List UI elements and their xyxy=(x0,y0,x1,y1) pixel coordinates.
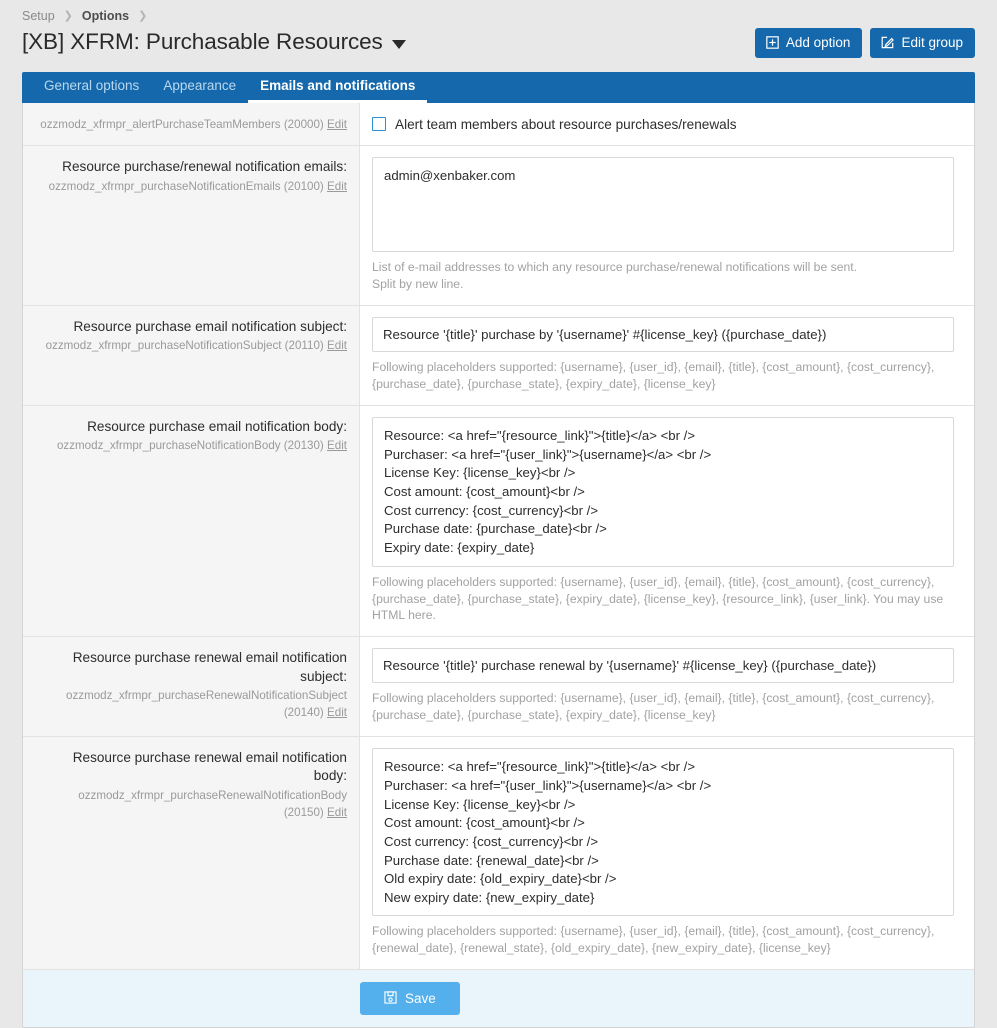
row-label-title: Resource purchase/renewal notification e… xyxy=(62,159,347,175)
edit-group-label: Edit group xyxy=(901,35,963,50)
notification-emails-hint: List of e-mail addresses to which any re… xyxy=(372,260,858,292)
row-label-title: Resource purchase renewal email notifica… xyxy=(72,650,347,684)
breadcrumb: Setup ❯ Options ❯ xyxy=(22,0,975,26)
form-row-renewal-subject: Resource purchase renewal email notifica… xyxy=(23,637,974,738)
row-label: Resource purchase email notification sub… xyxy=(23,305,360,405)
row-field: Resource '{title}' purchase by '{usernam… xyxy=(360,306,974,405)
option-id: ozzmodz_xfrmpr_purchaseNotificationEmail… xyxy=(48,179,347,193)
form-row-alert-team: ozzmodz_xfrmpr_alertPurchaseTeamMembers … xyxy=(23,102,974,147)
alert-team-checkbox-row[interactable]: Alert team members about resource purcha… xyxy=(372,114,954,132)
row-label-title: Resource purchase email notification bod… xyxy=(87,418,347,434)
option-id: ozzmodz_xfrmpr_purchaseRenewalNotificati… xyxy=(66,688,347,719)
tab-appearance[interactable]: Appearance xyxy=(151,73,248,103)
breadcrumb-separator-icon: ❯ xyxy=(138,9,148,22)
pencil-square-icon xyxy=(881,36,895,49)
chevron-down-icon[interactable] xyxy=(391,40,406,50)
tab-general-options[interactable]: General options xyxy=(32,73,151,103)
row-label: Resource purchase renewal email notifica… xyxy=(23,637,360,737)
breadcrumb-separator-icon: ❯ xyxy=(63,9,73,22)
purchase-subject-hint: Following placeholders supported: {usern… xyxy=(372,360,935,391)
breadcrumb-item-setup[interactable]: Setup xyxy=(22,9,55,23)
renewal-subject-hint: Following placeholders supported: {usern… xyxy=(372,691,935,723)
add-option-label: Add option xyxy=(785,35,851,50)
option-id: ozzmodz_xfrmpr_purchaseRenewalNotificati… xyxy=(78,788,347,819)
renewal-subject-input[interactable]: Resource '{title}' purchase renewal by '… xyxy=(372,648,954,684)
purchase-subject-input[interactable]: Resource '{title}' purchase by '{usernam… xyxy=(372,316,954,353)
edit-link[interactable]: Edit xyxy=(327,439,347,452)
floppy-disk-icon xyxy=(384,991,397,1007)
form-row-notification-emails: Resource purchase/renewal notification e… xyxy=(23,146,974,306)
option-id: ozzmodz_xfrmpr_purchaseNotificationBody … xyxy=(56,439,347,453)
page-title-group[interactable]: [XB] XFRM: Purchasable Resources xyxy=(22,30,406,55)
page-header: [XB] XFRM: Purchasable Resources Add opt… xyxy=(22,26,975,72)
row-field: Resource: <a href="{resource_link}">{tit… xyxy=(360,406,974,636)
purchase-body-hint: Following placeholders supported: {usern… xyxy=(372,574,944,623)
header-actions: Add option Edit group xyxy=(754,28,975,58)
plus-box-icon xyxy=(766,36,779,50)
breadcrumb-item-options[interactable]: Options xyxy=(82,9,129,23)
option-id: ozzmodz_xfrmpr_purchaseNotificationSubje… xyxy=(45,339,347,353)
admin-page: Setup ❯ Options ❯ [XB] XFRM: Purchasable… xyxy=(0,0,997,1028)
tab-bar: General options Appearance Emails and no… xyxy=(22,71,975,103)
notification-emails-textarea[interactable]: admin@xenbaker.com xyxy=(372,157,954,253)
row-label: Resource purchase renewal email notifica… xyxy=(23,737,360,969)
save-button[interactable]: Save xyxy=(360,981,460,1016)
edit-link[interactable]: Edit xyxy=(327,118,347,131)
footer-spacer xyxy=(23,982,360,1016)
add-option-button[interactable]: Add option xyxy=(754,28,863,58)
option-id: ozzmodz_xfrmpr_alertPurchaseTeamMembers … xyxy=(40,117,347,131)
row-label-title: Resource purchase email notification sub… xyxy=(73,318,347,334)
edit-link[interactable]: Edit xyxy=(327,706,347,719)
options-form: ozzmodz_xfrmpr_alertPurchaseTeamMembers … xyxy=(22,102,975,969)
row-field: Alert team members about resource purcha… xyxy=(360,103,974,146)
form-footer: Save xyxy=(22,968,975,1028)
row-label: Resource purchase email notification bod… xyxy=(23,405,360,637)
row-field: Resource: <a href="{resource_link}">{tit… xyxy=(360,737,974,969)
purchase-body-textarea[interactable]: Resource: <a href="{resource_link}">{tit… xyxy=(372,416,954,567)
row-field: admin@xenbaker.com List of e-mail addres… xyxy=(360,146,974,305)
alert-team-checkbox-label: Alert team members about resource purcha… xyxy=(395,116,737,132)
edit-group-button[interactable]: Edit group xyxy=(870,28,975,58)
row-label-title: Resource purchase renewal email notifica… xyxy=(72,750,347,784)
page-title: [XB] XFRM: Purchasable Resources xyxy=(22,29,383,55)
form-row-purchase-subject: Resource purchase email notification sub… xyxy=(23,305,974,406)
edit-link[interactable]: Edit xyxy=(327,339,347,352)
edit-link[interactable]: Edit xyxy=(327,180,347,193)
form-row-renewal-body: Resource purchase renewal email notifica… xyxy=(23,737,974,969)
row-field: Resource '{title}' purchase renewal by '… xyxy=(360,637,974,736)
row-label: ozzmodz_xfrmpr_alertPurchaseTeamMembers … xyxy=(23,102,360,146)
form-row-purchase-body: Resource purchase email notification bod… xyxy=(23,405,974,638)
row-label: Resource purchase/renewal notification e… xyxy=(23,146,360,305)
renewal-body-hint: Following placeholders supported: {usern… xyxy=(372,924,935,955)
edit-link[interactable]: Edit xyxy=(327,806,347,819)
tab-emails-and-notifications[interactable]: Emails and notifications xyxy=(248,73,428,103)
alert-team-checkbox[interactable] xyxy=(372,117,386,131)
save-label: Save xyxy=(405,990,436,1006)
renewal-body-textarea[interactable]: Resource: <a href="{resource_link}">{tit… xyxy=(372,748,954,917)
